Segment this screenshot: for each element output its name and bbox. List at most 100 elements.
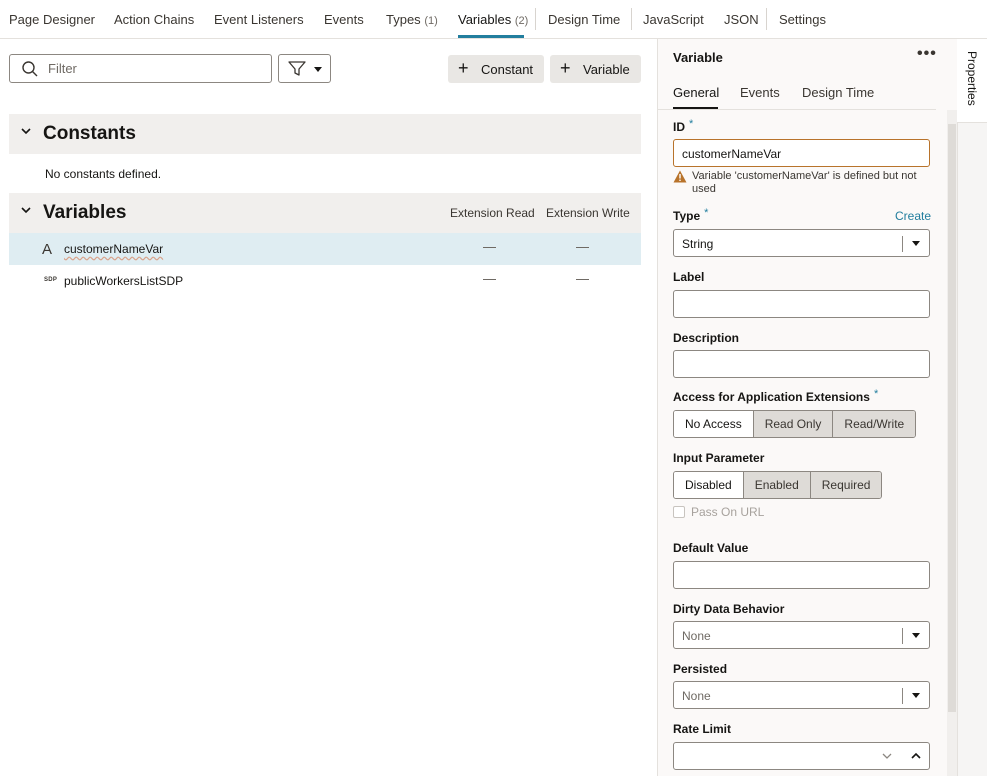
- tab-divider: [535, 8, 536, 30]
- warning-text: Variable 'customerNameVar' is defined bu…: [692, 170, 917, 195]
- tab-types-count: (1): [424, 15, 438, 27]
- variable-row[interactable]: A customerNameVar: [9, 233, 641, 265]
- tab-types[interactable]: Types (1): [386, 12, 438, 27]
- more-options-icon[interactable]: •••: [917, 45, 937, 63]
- description-label: Description: [673, 331, 740, 345]
- select-divider: [902, 688, 903, 704]
- tab-divider: [658, 109, 936, 110]
- tab-general[interactable]: General: [673, 85, 719, 100]
- checkbox-box[interactable]: [673, 506, 685, 518]
- chevron-down-icon: [912, 693, 920, 698]
- extension-write-value: [576, 279, 589, 280]
- designer-tab-bar: Page Designer Action Chains Event Listen…: [0, 0, 987, 39]
- persisted-select[interactable]: None: [673, 681, 930, 709]
- add-variable-button[interactable]: + Variable: [550, 55, 641, 83]
- dirty-data-label: Dirty Data Behavior: [673, 602, 785, 616]
- constants-title: Constants: [43, 123, 136, 144]
- label-label: Label: [673, 270, 705, 284]
- variable-row[interactable]: SDP publicWorkersListSDP: [9, 265, 641, 297]
- input-param-option-required[interactable]: Required: [809, 472, 882, 498]
- access-option-read-only[interactable]: Read Only: [752, 411, 833, 437]
- column-header-extension-read: Extension Read: [450, 206, 535, 220]
- tab-page-designer[interactable]: Page Designer: [9, 12, 95, 27]
- tab-settings[interactable]: Settings: [779, 12, 826, 27]
- add-constant-button[interactable]: + Constant: [448, 55, 544, 83]
- dirty-data-value: None: [682, 629, 711, 643]
- persisted-label: Persisted: [673, 662, 728, 676]
- access-label: Access for Application Extensions *: [673, 388, 879, 404]
- default-value-field[interactable]: [673, 561, 930, 589]
- tab-events[interactable]: Events: [740, 85, 780, 100]
- constants-section-header[interactable]: Constants: [9, 114, 641, 154]
- tab-design-time[interactable]: Design Time: [802, 85, 874, 100]
- extension-read-value: [483, 279, 496, 280]
- type-select[interactable]: String: [673, 229, 930, 257]
- pass-on-url-label: Pass On URL: [691, 505, 765, 519]
- create-type-link[interactable]: Create: [895, 209, 931, 223]
- plus-icon: +: [458, 58, 469, 78]
- variables-section-header[interactable]: Variables Extension Read Extension Write: [9, 193, 641, 233]
- default-value-label: Default Value: [673, 541, 749, 555]
- type-label: Type *: [673, 207, 709, 223]
- required-mark: *: [689, 118, 694, 130]
- chevron-down-icon: [21, 128, 31, 135]
- properties-side-tab[interactable]: Properties: [957, 39, 987, 123]
- variables-title: Variables: [43, 202, 127, 223]
- sdp-type-icon: SDP: [44, 277, 58, 283]
- tab-json[interactable]: JSON: [724, 12, 759, 27]
- tab-events[interactable]: Events: [324, 12, 364, 27]
- tab-design-time[interactable]: Design Time: [548, 12, 620, 27]
- type-value: String: [682, 237, 714, 251]
- chevron-down-icon: [314, 67, 322, 72]
- constants-empty-text: No constants defined.: [45, 167, 162, 181]
- filter-placeholder: Filter: [48, 61, 77, 76]
- funnel-icon: [288, 61, 306, 76]
- persisted-value: None: [682, 689, 711, 703]
- tab-divider: [631, 8, 632, 30]
- properties-scrollbar[interactable]: [947, 110, 957, 776]
- tab-variables-count: (2): [514, 15, 529, 27]
- variable-name: publicWorkersListSDP: [64, 274, 184, 288]
- increment-chevron-icon[interactable]: [910, 749, 922, 763]
- variable-name: customerNameVar: [64, 242, 164, 256]
- chevron-down-icon: [912, 241, 920, 246]
- properties-panel: Variable ••• General Events Design Time …: [657, 39, 957, 776]
- active-tab-indicator: [458, 35, 524, 38]
- input-parameter-segmented-control: Disabled Enabled Required: [673, 471, 883, 499]
- warning-icon: [673, 170, 687, 183]
- select-divider: [902, 236, 903, 252]
- string-type-icon: A: [42, 241, 53, 258]
- dirty-data-select[interactable]: None: [673, 621, 930, 649]
- access-segmented-control: No Access Read Only Read/Write: [673, 410, 917, 438]
- access-option-read-write[interactable]: Read/Write: [832, 411, 916, 437]
- extension-read-value: [483, 247, 496, 248]
- decrement-chevron-icon[interactable]: [881, 749, 893, 763]
- plus-icon: +: [560, 58, 571, 78]
- tab-divider: [766, 8, 767, 30]
- properties-panel-title: Variable: [673, 50, 723, 65]
- rate-limit-field[interactable]: [673, 742, 930, 770]
- id-field[interactable]: customerNameVar: [673, 139, 930, 167]
- scrollbar-thumb[interactable]: [948, 124, 956, 712]
- filter-input[interactable]: Filter: [9, 54, 272, 83]
- tab-variables[interactable]: Variables (2): [458, 12, 528, 27]
- input-param-option-disabled[interactable]: Disabled: [674, 472, 743, 498]
- tab-action-chains[interactable]: Action Chains: [114, 12, 194, 27]
- tab-javascript[interactable]: JavaScript: [643, 12, 704, 27]
- tab-event-listeners[interactable]: Event Listeners: [214, 12, 304, 27]
- filter-menu-button[interactable]: [278, 54, 331, 83]
- id-value: customerNameVar: [682, 147, 782, 161]
- input-param-option-enabled[interactable]: Enabled: [742, 472, 810, 498]
- properties-side-tab-label: Properties: [965, 51, 979, 106]
- select-divider: [902, 628, 903, 644]
- description-field[interactable]: [673, 350, 930, 378]
- label-field[interactable]: [673, 290, 930, 318]
- chevron-down-icon: [21, 207, 31, 214]
- chevron-down-icon: [912, 633, 920, 638]
- access-option-no-access[interactable]: No Access: [674, 411, 753, 437]
- extension-write-value: [576, 247, 589, 248]
- input-parameter-label: Input Parameter: [673, 451, 765, 465]
- id-label: ID *: [673, 118, 694, 134]
- search-icon: [22, 61, 38, 77]
- required-mark: *: [873, 388, 879, 400]
